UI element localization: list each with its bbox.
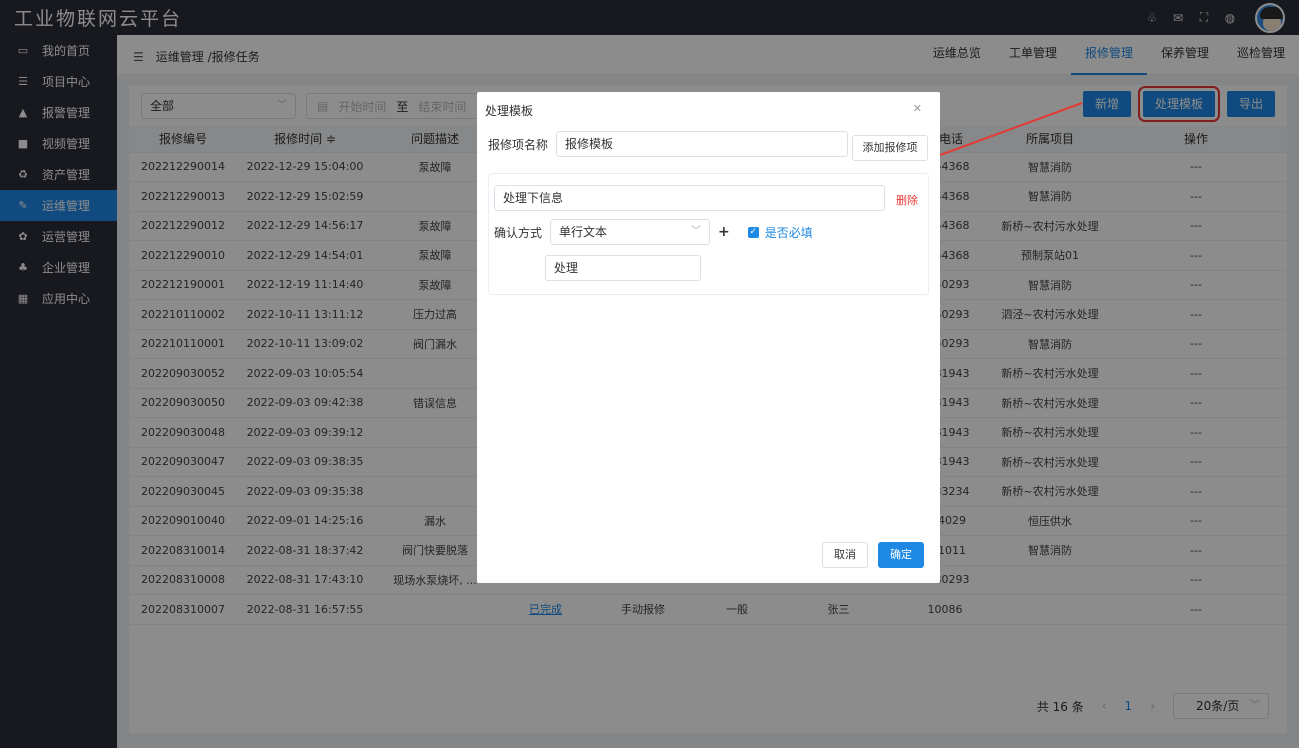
template-dialog: 处理模板 ✕ 报修项名称 报修模板 添加报修项 处理下信息 删除 确认方式 单行… (477, 92, 940, 583)
dialog-footer: 取消 确定 (822, 542, 924, 568)
close-icon[interactable]: ✕ (913, 102, 922, 115)
repair-item-card: 处理下信息 删除 确认方式 单行文本 ﹀ + ✓ 是否必填 处理 (488, 173, 929, 295)
item-name-value: 处理下信息 (503, 191, 564, 205)
template-name-input[interactable]: 报修模板 (556, 131, 849, 157)
cancel-button[interactable]: 取消 (822, 542, 868, 568)
required-checkbox[interactable]: ✓ (747, 226, 759, 238)
option-input[interactable]: 处理 (545, 255, 701, 281)
confirm-method-value: 单行文本 (559, 225, 608, 239)
confirm-method-label: 确认方式 (494, 225, 543, 240)
template-name-value: 报修模板 (565, 137, 614, 151)
confirm-button[interactable]: 确定 (878, 542, 924, 568)
delete-item-button[interactable]: 删除 (896, 192, 918, 208)
confirm-method-row: 确认方式 单行文本 ﹀ + ✓ 是否必填 (494, 219, 813, 245)
add-option-icon[interactable]: + (718, 224, 730, 240)
required-label[interactable]: 是否必填 (765, 224, 813, 241)
add-item-button[interactable]: 添加报修项 (852, 135, 928, 161)
item-name-input[interactable]: 处理下信息 (494, 185, 885, 211)
template-name-label: 报修项名称 (488, 137, 549, 152)
option-value: 处理 (554, 261, 579, 275)
template-name-row: 报修项名称 报修模板 (488, 131, 849, 157)
dialog-title: 处理模板 (485, 104, 534, 118)
chevron-down-icon: ﹀ (691, 226, 702, 237)
confirm-method-select[interactable]: 单行文本 ﹀ (550, 219, 711, 245)
